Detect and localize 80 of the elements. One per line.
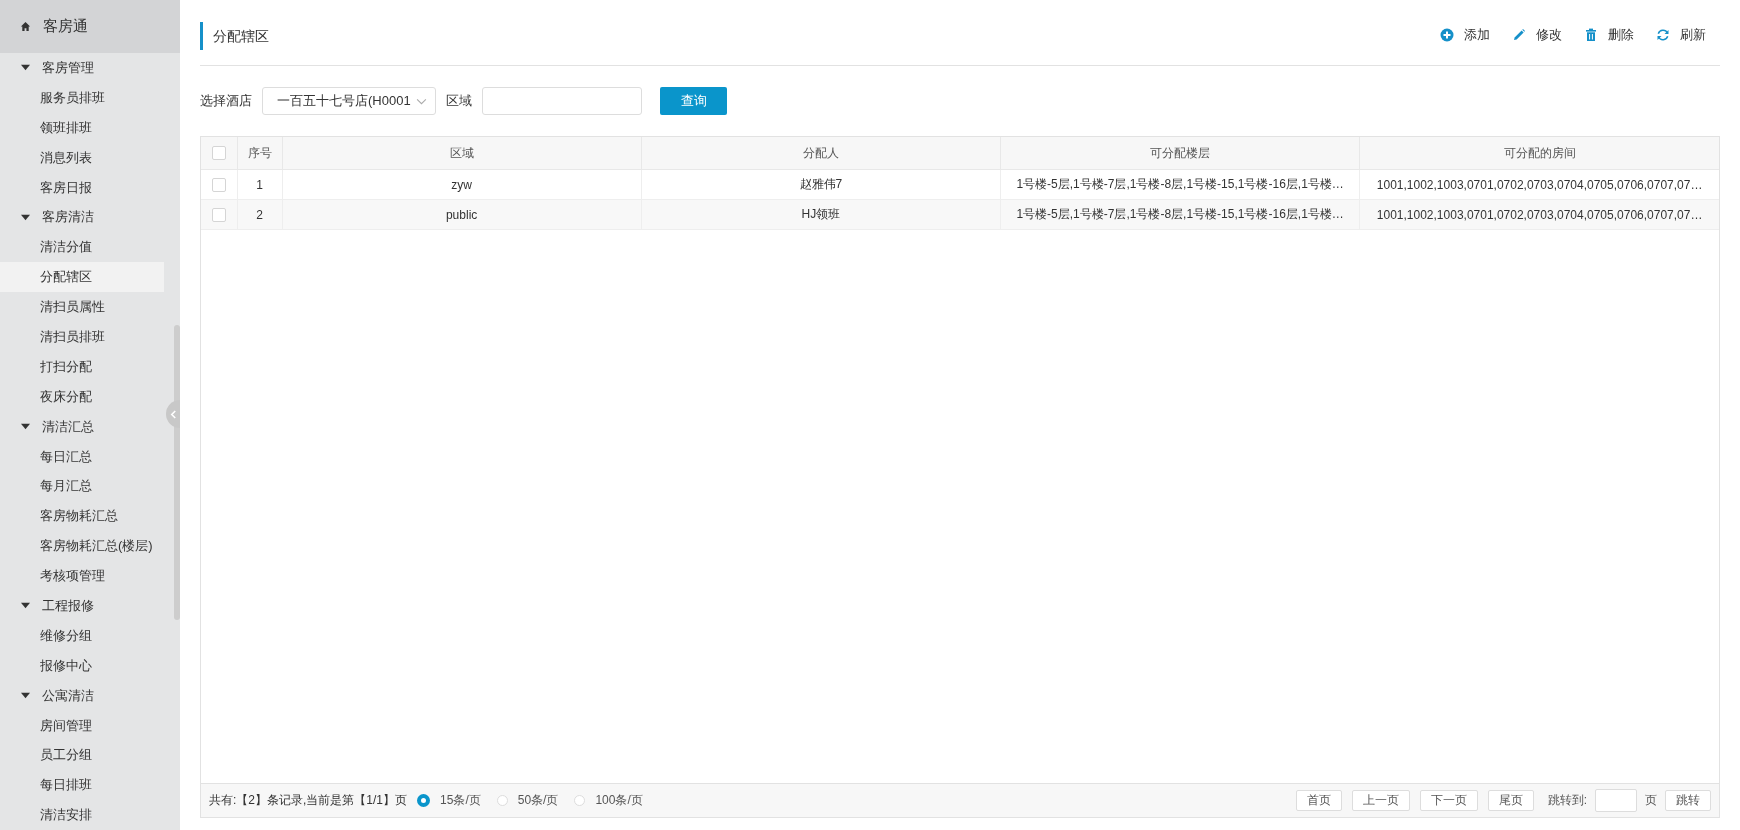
page-number-input[interactable] — [1595, 789, 1637, 812]
chevron-left-icon — [169, 409, 177, 419]
sidebar-item[interactable]: 清扫员排班 — [0, 322, 164, 352]
caret-down-icon — [21, 422, 30, 432]
record-summary: 共有:【2】条记录,当前是第【1/1】页 — [209, 792, 408, 809]
caret-down-icon — [21, 212, 30, 222]
table-cell: public — [282, 199, 642, 230]
column-header: 分配人 — [641, 137, 1001, 170]
sidebar-item[interactable]: 考核项管理 — [0, 561, 164, 592]
row-checkbox[interactable] — [211, 207, 226, 222]
jump-label: 跳转到: — [1547, 792, 1587, 809]
table-cell: 1001,1002,1003,0701,0702,0703,0704,0705,0706,0707,07… — [1359, 199, 1719, 230]
sidebar-item[interactable]: 维修分组 — [0, 620, 164, 651]
pencil-icon — [1512, 28, 1526, 42]
sidebar-item[interactable]: 清扫员属性 — [0, 292, 164, 322]
select-all-checkbox[interactable] — [211, 146, 226, 161]
app-title: 客房通 — [43, 17, 88, 36]
column-header: 区域 — [282, 137, 642, 170]
edit-button[interactable]: 修改 — [1510, 24, 1564, 46]
collapse-handle[interactable] — [166, 400, 180, 428]
sidebar-group[interactable]: 公寓清洁 — [0, 680, 164, 711]
column-header: 可分配的房间 — [1359, 137, 1719, 170]
sidebar-item[interactable]: 夜床分配 — [0, 381, 164, 412]
add-button[interactable]: 添加 — [1438, 24, 1492, 46]
page-unit-label: 页 — [1645, 792, 1657, 809]
hotel-select[interactable]: 一百五十七号店(H0001 — [262, 87, 436, 115]
refresh-button[interactable]: 刷新 — [1654, 24, 1708, 46]
page-size-option[interactable]: 50条/页 — [496, 792, 559, 809]
sidebar-item[interactable]: 领班排班 — [0, 112, 164, 143]
row-checkbox[interactable] — [211, 177, 226, 192]
table-cell: 1 — [237, 169, 282, 200]
caret-down-icon — [21, 63, 30, 73]
sidebar-item[interactable]: 每日汇总 — [0, 441, 164, 472]
hotel-label: 选择酒店 — [200, 92, 252, 110]
sidebar-item[interactable]: 清洁安排 — [0, 800, 164, 830]
pagination-button[interactable]: 尾页 — [1487, 790, 1534, 811]
pagination-button[interactable]: 上一页 — [1351, 790, 1410, 811]
table-cell: 1号楼-5层,1号楼-7层,1号楼-8层,1号楼-15,1号楼-16层,1号楼… — [1000, 199, 1360, 230]
sidebar-item[interactable]: 员工分组 — [0, 740, 164, 771]
sidebar-group[interactable]: 清洁汇总 — [0, 411, 164, 442]
pagination-button[interactable]: 首页 — [1295, 790, 1342, 811]
sidebar-item[interactable]: 房间管理 — [0, 710, 164, 741]
chevron-down-icon — [416, 97, 427, 105]
pagination-button[interactable]: 下一页 — [1419, 790, 1478, 811]
sidebar-item[interactable]: 每日排班 — [0, 770, 164, 801]
refresh-icon — [1656, 28, 1670, 42]
sidebar-item[interactable]: 报修中心 — [0, 650, 164, 681]
sidebar-item[interactable]: 清洁分值 — [0, 232, 164, 263]
table-cell: 1号楼-5层,1号楼-7层,1号楼-8层,1号楼-15,1号楼-16层,1号楼… — [1000, 169, 1360, 200]
radio-button[interactable] — [417, 794, 431, 807]
sidebar-group[interactable]: 客房清洁 — [0, 202, 164, 233]
caret-down-icon — [21, 601, 30, 611]
plus-circle-icon — [1440, 28, 1454, 42]
caret-down-icon — [21, 691, 30, 701]
sidebar-item[interactable]: 打扫分配 — [0, 351, 164, 382]
table-cell: 赵雅伟7 — [641, 169, 1001, 200]
sidebar-item[interactable]: 客房日报 — [0, 172, 164, 203]
table-cell: HJ领班 — [641, 199, 1001, 230]
sidebar-item[interactable]: 服务员排班 — [0, 82, 164, 113]
sidebar-item[interactable]: 每月汇总 — [0, 471, 164, 502]
sidebar-group[interactable]: 客房管理 — [0, 53, 164, 83]
column-header: 可分配楼层 — [1000, 137, 1360, 170]
page-size-option[interactable]: 15条/页 — [417, 792, 481, 809]
sidebar-group[interactable]: 工程报修 — [0, 591, 164, 621]
sidebar-item[interactable]: 消息列表 — [0, 142, 164, 173]
area-label: 区域 — [446, 92, 472, 110]
sidebar-item[interactable]: 客房物耗汇总 — [0, 501, 164, 532]
sidebar-item[interactable]: 分配辖区 — [0, 262, 164, 293]
trash-icon — [1584, 28, 1598, 42]
area-input[interactable] — [482, 87, 642, 115]
scrollbar-thumb[interactable] — [174, 325, 180, 620]
page-size-option[interactable]: 100条/页 — [574, 792, 643, 809]
page-title: 分配辖区 — [200, 21, 269, 50]
sidebar-item[interactable]: 客房物耗汇总(楼层) — [0, 531, 164, 562]
column-header: 序号 — [237, 137, 282, 170]
delete-button[interactable]: 删除 — [1582, 24, 1636, 46]
table-cell: 1001,1002,1003,0701,0702,0703,0704,0705,0706,0707,07… — [1359, 169, 1719, 200]
home-icon — [20, 21, 31, 32]
table-cell: zyw — [282, 169, 642, 200]
jump-button[interactable]: 跳转 — [1665, 790, 1711, 811]
